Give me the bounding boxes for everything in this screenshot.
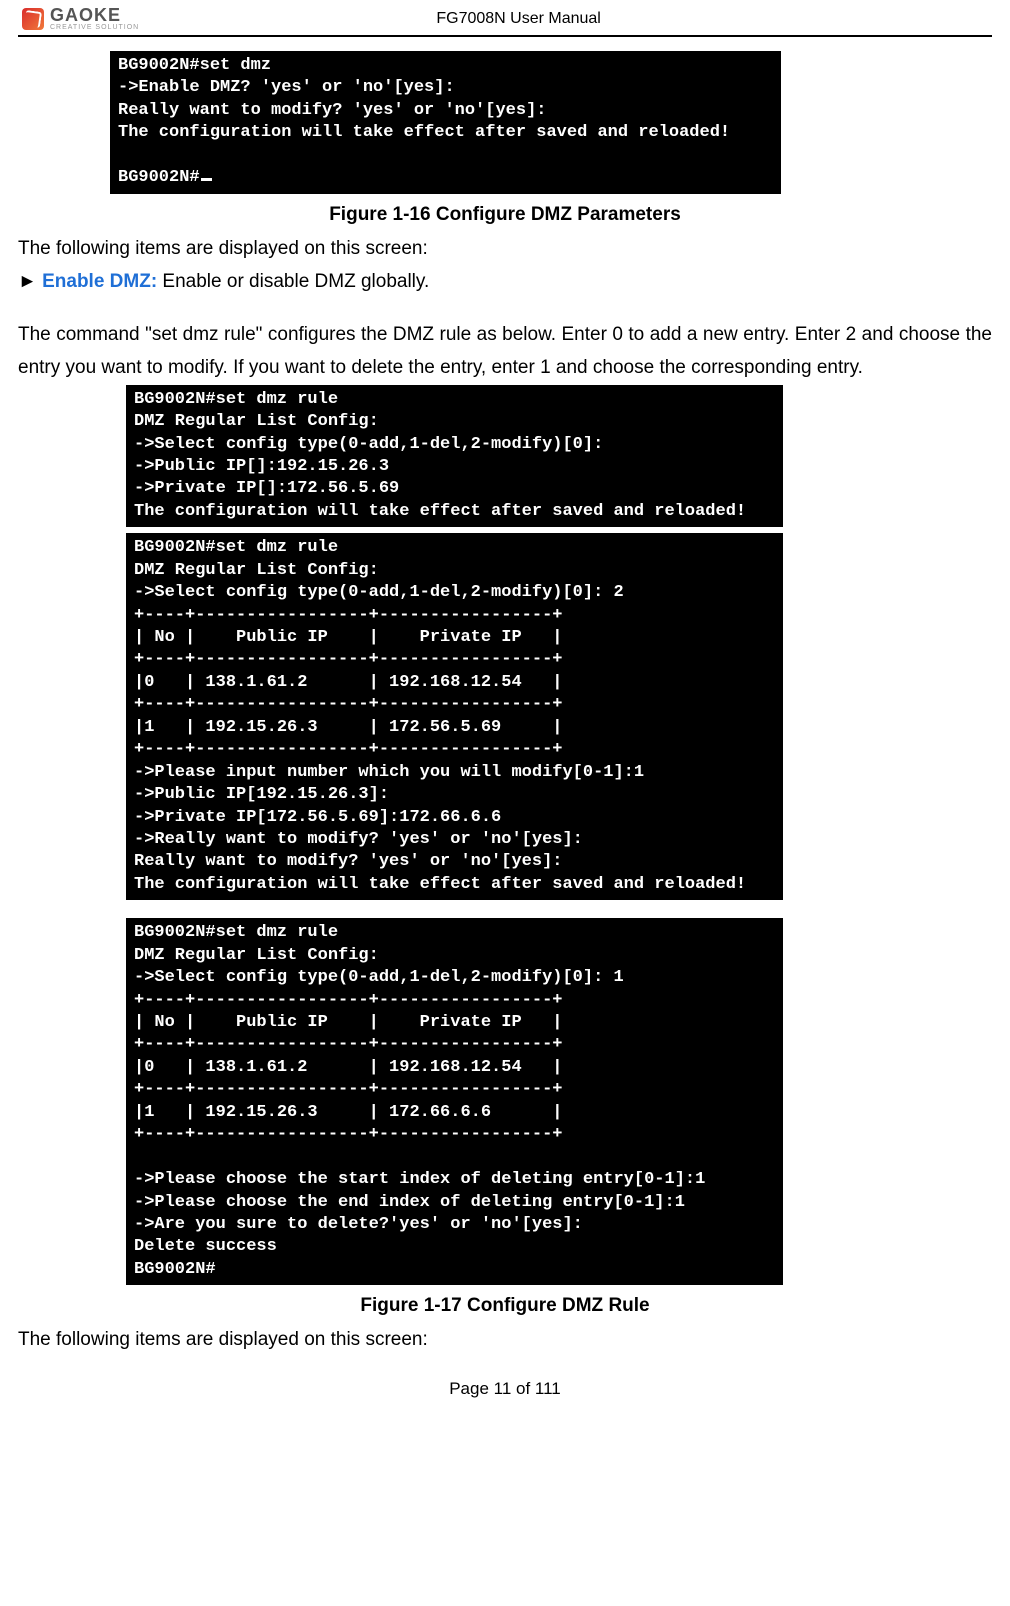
enable-dmz-desc: Enable or disable DMZ globally. (157, 271, 429, 292)
page-footer: Page 11 of 111 (18, 1379, 992, 1399)
terminal-3-text: BG9002N#set dmz rule DMZ Regular List Co… (134, 538, 746, 894)
terminal-1-text: BG9002N#set dmz ->Enable DMZ? 'yes' or '… (118, 56, 730, 187)
doc-title: FG7008N User Manual (139, 10, 988, 28)
spacer (18, 298, 992, 318)
page-header: GAOKE CREATIVE SOLUTION FG7008N User Man… (18, 0, 992, 33)
terminal-2-text: BG9002N#set dmz rule DMZ Regular List Co… (134, 390, 746, 521)
page-root: GAOKE CREATIVE SOLUTION FG7008N User Man… (0, 0, 1010, 1439)
figure-caption-2: Figure 1-17 Configure DMZ Rule (18, 1295, 992, 1317)
logo-mark-icon (22, 8, 44, 30)
terminal-4-text: BG9002N#set dmz rule DMZ Regular List Co… (134, 923, 705, 1279)
bullet-icon: ► (18, 271, 42, 292)
paragraph-items-intro: The following items are displayed on thi… (18, 232, 992, 265)
cursor-icon (201, 178, 212, 181)
terminal-screenshot-4: BG9002N#set dmz rule DMZ Regular List Co… (126, 918, 783, 1285)
logo-tagline: CREATIVE SOLUTION (50, 24, 139, 31)
logo-text-block: GAOKE CREATIVE SOLUTION (50, 6, 139, 31)
paragraph-items-intro-2: The following items are displayed on thi… (18, 1323, 992, 1356)
terminal-screenshot-1: BG9002N#set dmz ->Enable DMZ? 'yes' or '… (110, 51, 781, 194)
paragraph-set-dmz-rule: The command "set dmz rule" configures th… (18, 318, 992, 385)
paragraph-enable-dmz: ► Enable DMZ: Enable or disable DMZ glob… (18, 265, 992, 298)
terminal-screenshot-3: BG9002N#set dmz rule DMZ Regular List Co… (126, 533, 783, 900)
terminal-screenshot-2: BG9002N#set dmz rule DMZ Regular List Co… (126, 385, 783, 528)
brand-logo: GAOKE CREATIVE SOLUTION (22, 6, 139, 31)
enable-dmz-label: Enable DMZ: (42, 271, 157, 292)
figure-caption-1: Figure 1-16 Configure DMZ Parameters (18, 204, 992, 226)
logo-name: GAOKE (50, 6, 139, 24)
header-rule (18, 35, 992, 37)
